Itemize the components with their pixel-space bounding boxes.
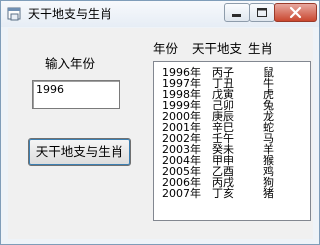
header-zodiac: 生肖 bbox=[248, 41, 274, 56]
result-list[interactable]: 1996年 丙子 鼠 1997年 丁丑 牛 1998年 戊寅 虎 1999年 己… bbox=[153, 61, 311, 221]
minimize-button[interactable] bbox=[224, 3, 250, 22]
cell-year: 2007年 bbox=[162, 187, 201, 200]
close-button[interactable] bbox=[274, 3, 317, 22]
minimize-icon bbox=[232, 14, 241, 17]
maximize-icon bbox=[257, 8, 267, 17]
year-label: 输入年份 bbox=[45, 56, 96, 71]
app-window-icon[interactable] bbox=[7, 7, 21, 21]
list-item[interactable]: 2007年 丁亥 猪 bbox=[154, 188, 310, 199]
cell-zodiac: 猪 bbox=[263, 187, 274, 200]
cell-stem-branch: 丁亥 bbox=[212, 187, 234, 200]
title-bar[interactable]: 天干地支与生肖 bbox=[1, 1, 319, 27]
convert-button[interactable]: 天干地支与生肖 bbox=[28, 138, 131, 166]
header-year: 年份 bbox=[153, 41, 179, 56]
year-input[interactable]: 1996 bbox=[32, 80, 120, 109]
header-stem-branch: 天干地支 bbox=[192, 41, 243, 56]
maximize-button[interactable] bbox=[249, 3, 275, 22]
app-window: 天干地支与生肖 输入年份 1996 天干地支与生肖 年份 天干地支 生肖 199… bbox=[0, 0, 320, 245]
window-title: 天干地支与生肖 bbox=[28, 7, 113, 21]
close-icon bbox=[289, 6, 302, 19]
